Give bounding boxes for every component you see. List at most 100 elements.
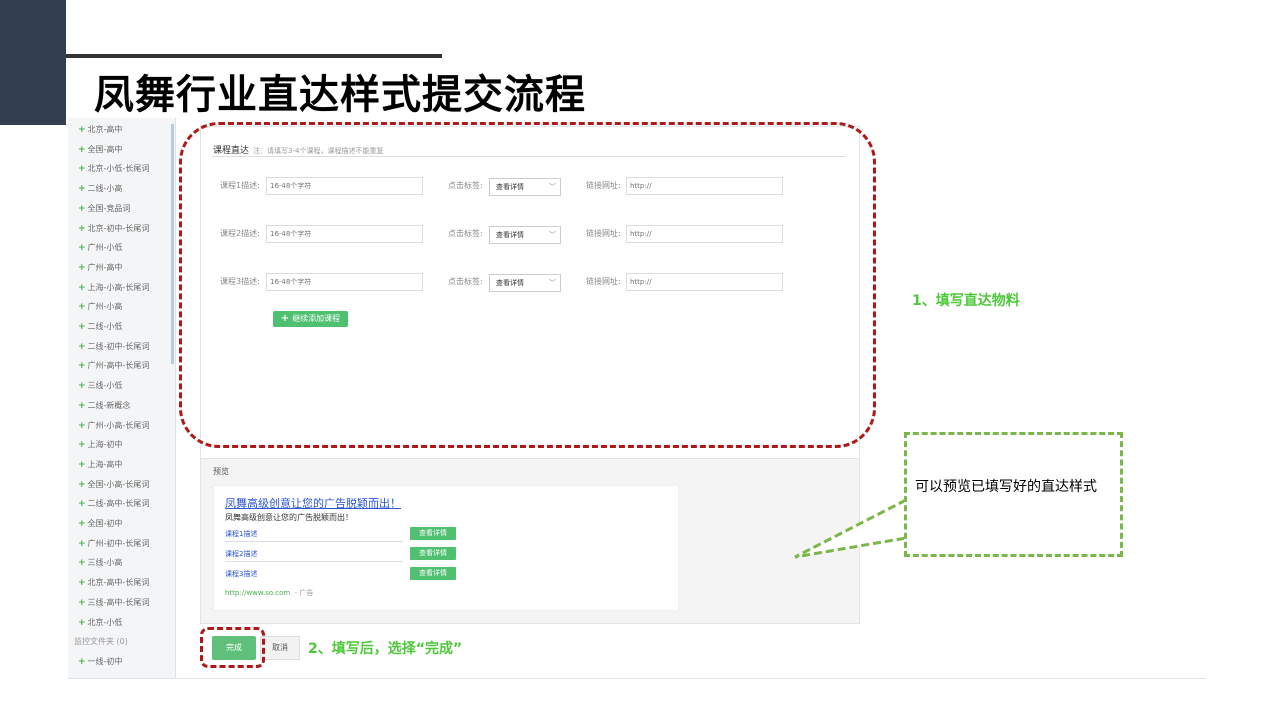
sidebar-item-label: 三线-高中-长尾词: [87, 597, 150, 607]
sidebar-item[interactable]: + 广州-小高: [78, 301, 122, 313]
sidebar-item[interactable]: + 全国-初中: [78, 518, 122, 530]
title-rule: [66, 54, 442, 58]
ad-url-text: http://www.so.com: [225, 589, 291, 597]
done-highlight-outline: [200, 627, 265, 668]
sidebar-item-label: 北京-小低-长尾词: [87, 164, 150, 174]
ad-course-3-button[interactable]: 查看详情: [410, 567, 456, 580]
sidebar-item[interactable]: + 全国-竞品词: [78, 203, 130, 215]
sidebar-item[interactable]: + 二线-小低: [78, 321, 122, 333]
sidebar-item-label: 一线-初中: [87, 656, 123, 666]
sidebar-item-label: 广州-高中: [87, 262, 123, 272]
plus-icon: +: [78, 558, 86, 569]
plus-icon: +: [78, 361, 86, 372]
sidebar-item[interactable]: + 广州-小高-长尾词: [78, 420, 149, 432]
sidebar-item-label: 上海-小高-长尾词: [87, 282, 150, 292]
sidebar-item[interactable]: + 上海-高中: [78, 459, 122, 471]
plus-icon: +: [78, 499, 86, 510]
plus-icon: +: [78, 617, 86, 628]
sidebar-item-label: 广州-初中-长尾词: [87, 538, 150, 548]
sidebar-item[interactable]: + 广州-高中: [78, 262, 122, 274]
plus-icon: +: [78, 341, 86, 352]
plus-icon: +: [78, 597, 86, 608]
plus-icon: +: [78, 420, 86, 431]
sidebar-item[interactable]: + 二线-初中-长尾词: [78, 341, 149, 353]
preview-label: 预览: [213, 467, 229, 476]
sidebar-item[interactable]: + 三线-小高: [78, 557, 122, 569]
ad-course-2[interactable]: 课程2描述: [225, 549, 403, 562]
plus-icon: +: [78, 519, 86, 529]
plus-icon: +: [78, 125, 86, 135]
plus-icon: +: [78, 243, 86, 254]
step-1-annotation: 1、填写直达物料: [912, 293, 1020, 309]
sidebar-item[interactable]: + 上海-小高-长尾词: [78, 282, 149, 294]
sidebar-item-label: 全国-竞品词: [87, 203, 131, 213]
sidebar-item-label: 全国-高中: [87, 144, 123, 154]
plus-icon: +: [78, 479, 86, 490]
sidebar-item[interactable]: + 广州-高中-长尾词: [78, 360, 149, 372]
plus-icon: +: [78, 578, 86, 589]
sidebar-item[interactable]: + 广州-初中-长尾词: [78, 538, 149, 550]
plus-icon: +: [78, 440, 86, 451]
ad-course-2-button[interactable]: 查看详情: [410, 547, 456, 560]
sidebar-item[interactable]: + 一线-初中: [78, 656, 122, 668]
sidebar-item-label: 广州-小低: [87, 243, 123, 253]
slide-title: 凤舞行业直达样式提交流程: [94, 72, 586, 118]
sidebar-item-label: 广州-小高-长尾词: [87, 420, 150, 430]
sidebar-item[interactable]: + 二线-小高: [78, 183, 122, 195]
ad-title-link[interactable]: 凤舞高级创意让您的广告脱颖而出！: [225, 495, 401, 511]
sidebar-item-label: 北京-高中-长尾词: [87, 578, 150, 588]
sidebar-item[interactable]: + 全国-小高-长尾词: [78, 479, 149, 491]
sidebar-item-label: 二线-初中-长尾词: [87, 341, 150, 351]
sidebar-item[interactable]: + 广州-小低: [78, 242, 122, 254]
sidebar-item-label: 广州-小高: [87, 302, 123, 312]
plus-icon: +: [78, 322, 86, 332]
plus-icon: +: [78, 302, 86, 313]
plus-icon: +: [78, 538, 86, 549]
corner-decoration: [0, 0, 66, 125]
form-highlight-outline: [179, 122, 876, 448]
sidebar-item[interactable]: + 北京-小低-长尾词: [78, 163, 149, 175]
plus-icon: +: [78, 262, 86, 273]
sidebar-item-label: 上海-初中: [87, 440, 123, 450]
sidebar-item[interactable]: + 北京-小低: [78, 617, 122, 629]
sidebar-item[interactable]: + 二线-新概念: [78, 400, 130, 412]
plus-icon: +: [78, 381, 86, 392]
sidebar-item-label: 三线-小低: [87, 381, 123, 391]
ad-course-1[interactable]: 课程1描述: [225, 529, 403, 542]
ad-course-3[interactable]: 课程3描述: [225, 569, 403, 582]
sidebar-item-label: 二线-新概念: [87, 400, 131, 410]
plus-icon: +: [78, 144, 86, 155]
sidebar-item[interactable]: + 二线-高中-长尾词: [78, 498, 149, 510]
plus-icon: +: [78, 656, 86, 667]
ad-description: 凤舞高级创意让您的广告脱颖而出！: [225, 513, 353, 522]
cancel-button[interactable]: 取消: [260, 636, 300, 660]
sidebar-item[interactable]: + 全国-高中: [78, 144, 122, 156]
sidebar-group-label[interactable]: 监控文件夹 (0): [74, 636, 128, 648]
bottom-divider: [68, 678, 1206, 679]
plus-icon: +: [78, 282, 86, 293]
sidebar-item[interactable]: + 北京-高中-长尾词: [78, 577, 149, 589]
sidebar-item-label: 上海-高中: [87, 459, 123, 469]
sidebar: + 北京-高中 + 全国-高中 + 北京-小低-长尾词 + 二线-小高 + 全国-竞品词 + 北京-初…: [68, 118, 176, 678]
sidebar-item-label: 二线-高中-长尾词: [87, 499, 150, 509]
sidebar-item-label: 全国-初中: [87, 519, 123, 528]
sidebar-item[interactable]: + 北京-高中: [78, 124, 122, 136]
sidebar-item-label: 二线-小高: [87, 184, 123, 194]
sidebar-item-label: 三线-小高: [87, 558, 123, 568]
sidebar-item-label: 北京-小低: [87, 617, 123, 627]
sidebar-item[interactable]: + 三线-小低: [78, 380, 122, 392]
callout-text: 可以预览已填写好的直达样式: [915, 479, 1097, 495]
plus-icon: +: [78, 184, 86, 195]
sidebar-item[interactable]: + 三线-高中-长尾词: [78, 597, 149, 609]
plus-icon: +: [78, 164, 86, 175]
plus-icon: +: [78, 223, 86, 234]
sidebar-item[interactable]: + 北京-初中-长尾词: [78, 223, 149, 235]
ad-url: http://www.so.com - 广告: [225, 588, 313, 598]
plus-icon: +: [78, 203, 86, 214]
ad-course-1-button[interactable]: 查看详情: [410, 527, 456, 540]
sidebar-item-label: 全国-小高-长尾词: [87, 479, 150, 489]
sidebar-item-label: 二线-小低: [87, 322, 123, 331]
sidebar-item-label: 北京-高中: [87, 125, 123, 134]
sidebar-item[interactable]: + 上海-初中: [78, 439, 122, 451]
sidebar-scrollbar[interactable]: [171, 124, 174, 364]
